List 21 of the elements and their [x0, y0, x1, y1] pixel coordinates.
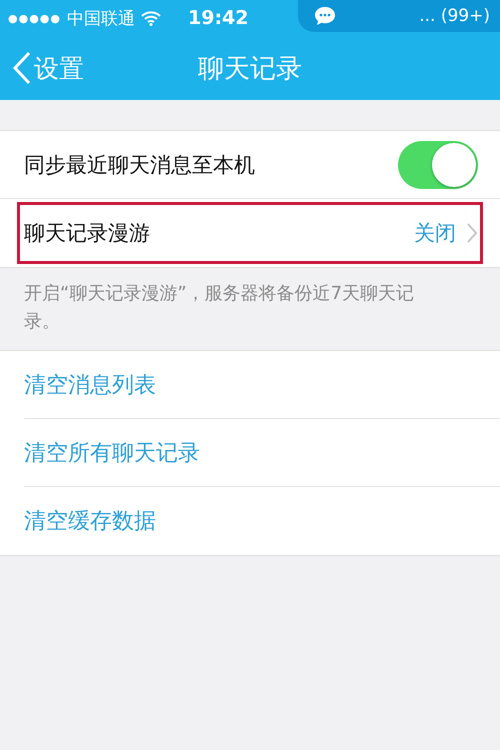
signal-dots: ●●●●●: [8, 12, 61, 24]
chevron-right-icon: [466, 222, 478, 244]
wifi-icon: [141, 10, 161, 26]
action-link[interactable]: 清空消息列表: [24, 351, 500, 419]
back-button[interactable]: 设置: [0, 51, 84, 85]
notification-pill[interactable]: ... (99+): [298, 0, 500, 32]
setting-label: 聊天记录漫游: [24, 220, 151, 247]
notification-count: ... (99+): [419, 6, 490, 26]
toggle-switch[interactable]: [398, 140, 478, 188]
chat-bubble-icon: [314, 6, 336, 26]
setting-label: 同步最近聊天消息至本机: [24, 152, 256, 178]
setting-row[interactable]: 同步最近聊天消息至本机: [0, 131, 500, 199]
highlighted-setting-row[interactable]: 聊天记录漫游 关闭: [14, 199, 486, 267]
page-title: 聊天记录: [198, 54, 302, 84]
back-chevron-icon: [12, 51, 32, 85]
carrier-name: 中国联通: [67, 8, 135, 30]
action-link[interactable]: 清空缓存数据: [24, 487, 500, 555]
clock-time: 19:42: [188, 7, 250, 29]
action-link[interactable]: 清空所有聊天记录: [24, 419, 500, 487]
roaming-note: 开启“聊天记录漫游”，服务器将备份近7天聊天记录。: [23, 282, 416, 334]
setting-value: 关闭: [414, 220, 456, 247]
